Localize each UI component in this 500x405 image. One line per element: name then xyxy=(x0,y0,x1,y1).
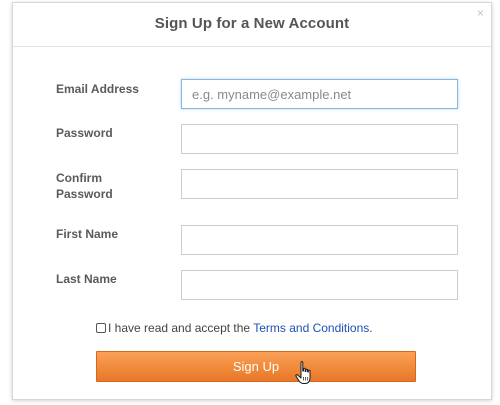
first-name-label: First Name xyxy=(56,227,119,241)
password-label: Password xyxy=(56,126,113,140)
last-name-label: Last Name xyxy=(56,272,117,286)
email-label: Email Address xyxy=(56,82,139,96)
sign-up-button[interactable]: Sign Up xyxy=(96,351,416,382)
signup-dialog: Sign Up for a New Account × Email Addres… xyxy=(12,2,492,400)
terms-text: I have read and accept the xyxy=(108,321,254,335)
terms-checkbox[interactable] xyxy=(96,323,106,333)
first-name-input[interactable] xyxy=(181,225,458,255)
close-icon[interactable]: × xyxy=(477,7,484,19)
dialog-header: Sign Up for a New Account × xyxy=(13,3,491,47)
confirm-password-label: Confirm Password xyxy=(56,171,113,201)
password-input[interactable] xyxy=(181,124,458,154)
confirm-password-input[interactable] xyxy=(181,169,458,199)
terms-period: . xyxy=(369,321,373,335)
dialog-title: Sign Up for a New Account xyxy=(154,15,350,32)
terms-link[interactable]: Terms and Conditions xyxy=(253,321,369,335)
email-input[interactable] xyxy=(181,79,458,109)
last-name-input[interactable] xyxy=(181,270,458,300)
terms-row: I have read and accept the Terms and Con… xyxy=(96,320,373,336)
hand-pointer-icon xyxy=(295,361,311,384)
